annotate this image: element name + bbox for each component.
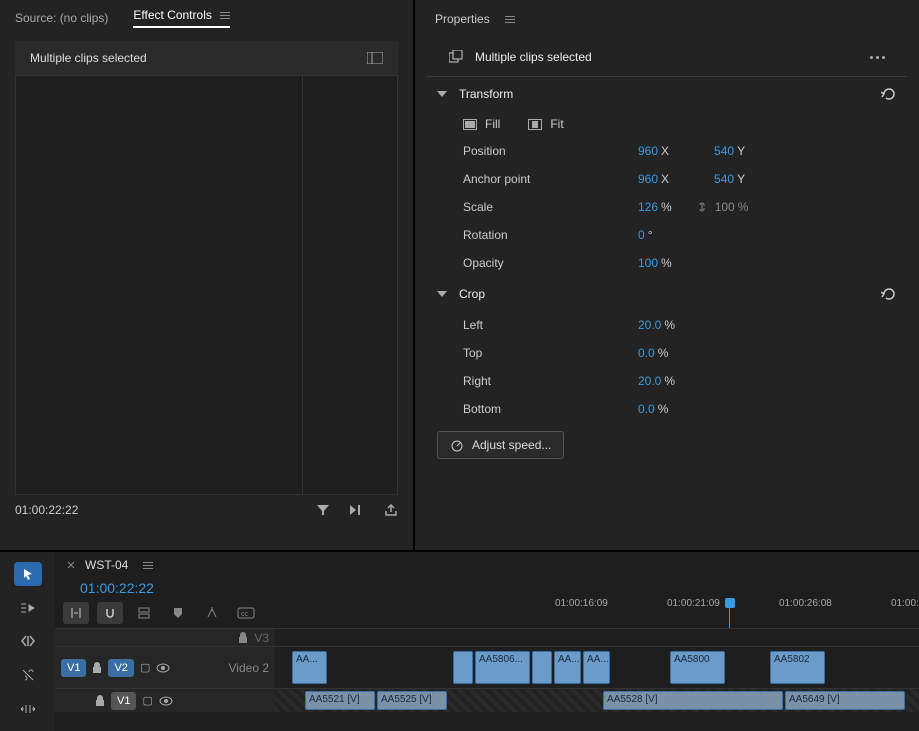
anchor-label: Anchor point [463,172,638,186]
eye-icon[interactable] [159,696,173,706]
chevron-down-icon[interactable] [437,91,447,97]
selection-tool[interactable] [14,562,42,586]
crop-left-label: Left [463,318,638,332]
slip-tool[interactable] [14,697,42,721]
scale-value[interactable]: 126 [638,200,658,214]
timeline-clip[interactable]: AA... [292,651,327,684]
opacity-value[interactable]: 100 [638,256,658,270]
tab-source[interactable]: Source: (no clips) [15,11,108,25]
chevron-down-icon[interactable] [437,291,447,297]
transform-section-title: Transform [459,87,513,101]
lock-icon[interactable] [238,632,248,644]
fit-button[interactable]: Fit [528,117,563,131]
timeline-clip[interactable] [453,651,473,684]
link-scale-icon[interactable] [697,200,707,214]
timeline-clip[interactable]: AA5800 [670,651,725,684]
crop-bottom-label: Bottom [463,402,638,416]
track-v2-target[interactable]: V2 [108,659,133,677]
export-icon[interactable] [384,503,398,517]
properties-menu-icon[interactable] [505,16,515,23]
crop-left-value[interactable]: 20.0 [638,318,661,332]
razor-tool[interactable] [14,663,42,687]
position-x-value[interactable]: 960 [638,144,658,158]
lock-icon[interactable] [95,695,105,707]
ripple-edit-tool[interactable] [14,630,42,654]
scale-y-value[interactable]: 100 [715,200,735,214]
lock-icon[interactable] [92,662,102,674]
track-v2-content[interactable]: AA...AA5806...AA...AA...AA5800AA5802 [275,647,919,688]
speed-icon [450,438,464,452]
track-v1-target[interactable]: V1 [111,692,136,710]
track-v3-label: V3 [254,631,269,645]
seq-menu-icon[interactable] [143,562,153,569]
anchor-y-value[interactable]: 540 [714,172,734,186]
crop-right-value[interactable]: 20.0 [638,374,661,388]
playhead[interactable] [725,598,735,608]
panel-menu-icon[interactable] [220,12,230,19]
caption-icon[interactable]: cc [233,602,259,624]
rotation-value[interactable]: 0 [638,228,645,242]
track-select-tool[interactable] [14,596,42,620]
timeline-clip[interactable]: AA5521 [V] [305,691,375,710]
reset-transform-icon[interactable] [881,88,897,100]
more-options-icon[interactable] [870,56,885,59]
position-y-value[interactable]: 540 [714,144,734,158]
timeline-clip[interactable]: AA5528 [V] [603,691,783,710]
fx-badge-icon[interactable]: ▢ [140,661,150,674]
close-seq-icon[interactable] [67,561,75,569]
reset-crop-icon[interactable] [881,288,897,300]
crop-bottom-value[interactable]: 0.0 [638,402,655,416]
clip-selection-status: Multiple clips selected [30,51,147,65]
eye-icon[interactable] [156,663,170,673]
rotation-label: Rotation [463,228,638,242]
linked-selection-icon[interactable] [131,602,157,624]
properties-title: Properties [435,12,490,26]
timeline-clip[interactable]: AA... [554,651,581,684]
crop-top-value[interactable]: 0.0 [638,346,655,360]
filter-icon[interactable] [316,503,330,517]
timeline-clip[interactable]: AA5802 [770,651,825,684]
svg-text:cc: cc [241,611,249,618]
scale-label: Scale [463,200,638,214]
effect-preview-area [15,75,398,495]
settings-icon[interactable] [199,602,225,624]
timeline-clip[interactable]: AA5525 [V] [377,691,447,710]
multi-clip-icon [449,50,463,64]
fill-button[interactable]: Fill [463,117,500,131]
source-timecode: 01:00:22:22 [15,503,78,517]
track-v2-name: Video 2 [229,661,269,675]
snap-icon[interactable] [97,602,123,624]
anchor-x-value[interactable]: 960 [638,172,658,186]
marker-icon[interactable] [165,602,191,624]
panel-layout-icon[interactable] [367,52,383,64]
timeline-clip[interactable] [532,651,552,684]
fx-badge-icon[interactable]: ▢ [142,694,152,707]
play-only-icon[interactable] [348,503,366,517]
timeline-clip[interactable]: AA5806... [475,651,530,684]
timeline-timecode[interactable]: 01:00:22:22 [55,578,919,598]
opacity-label: Opacity [463,256,638,270]
track-v1-content[interactable]: AA5521 [V]AA5525 [V] AA5528 [V]AA5649 [V] [275,689,919,712]
timeline-clip[interactable]: AA... [583,651,610,684]
selection-label: Multiple clips selected [475,50,592,64]
crop-section-title: Crop [459,287,485,301]
crop-right-label: Right [463,374,638,388]
position-label: Position [463,144,638,158]
crop-top-label: Top [463,346,638,360]
insert-mode-icon[interactable] [63,602,89,624]
tab-effect-controls[interactable]: Effect Controls [133,8,230,28]
sequence-name[interactable]: WST-04 [85,558,128,572]
timeline-clip[interactable]: AA5649 [V] [785,691,905,710]
source-v1-target[interactable]: V1 [61,659,86,677]
adjust-speed-button[interactable]: Adjust speed... [437,431,564,459]
